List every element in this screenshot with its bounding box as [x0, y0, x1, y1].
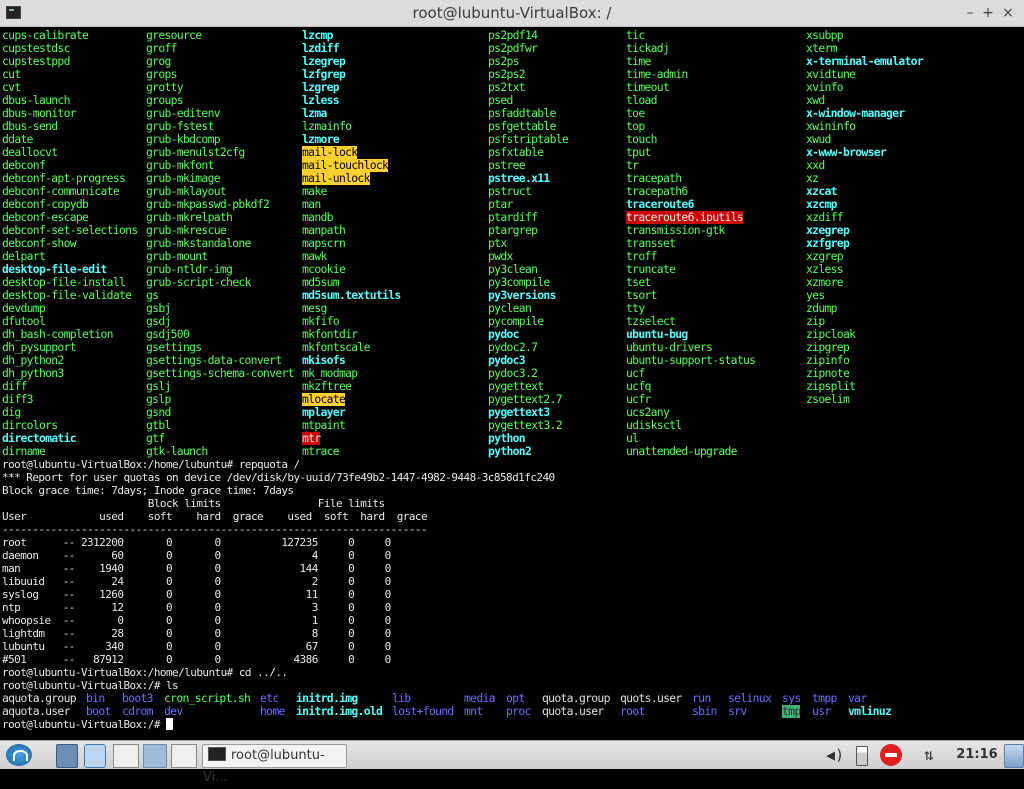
- minimize-button[interactable]: –: [960, 3, 980, 23]
- completion-item: python2: [488, 444, 532, 458]
- terminal-icon: [208, 747, 226, 761]
- output-line: man -- 1940 0 0 144 0 0: [2, 562, 391, 575]
- window-titlebar[interactable]: root@lubuntu-VirtualBox: / – + ×: [0, 0, 1024, 27]
- output-line: User used soft hard grace used soft hard…: [2, 510, 428, 523]
- ls-entry: srv: [728, 704, 747, 718]
- start-menu-icon[interactable]: [6, 744, 32, 766]
- prompt-line[interactable]: root@lubuntu-VirtualBox:/#: [2, 718, 173, 731]
- desktop-switcher-icon[interactable]: [113, 744, 139, 768]
- clock[interactable]: 21:16: [952, 744, 1002, 766]
- output-line: Block grace time: 7days; Inode grace tim…: [2, 484, 294, 497]
- ls-entry: usr: [812, 704, 831, 718]
- network-icon[interactable]: ⇅: [924, 744, 946, 766]
- output-line: lubuntu -- 340 0 0 67 0 0: [2, 640, 391, 653]
- output-line: #501 -- 87912 0 0 4386 0 0: [2, 653, 391, 666]
- completion-item: grub-script-check: [146, 275, 251, 289]
- ls-entry: lost+found: [392, 704, 454, 718]
- ls-entry: vmlinuz: [848, 704, 892, 718]
- prompt-text: root@lubuntu-VirtualBox:/#: [2, 718, 166, 731]
- output-line: *** Report for user quotas on device /de…: [2, 471, 555, 484]
- text-cursor: [165, 718, 173, 730]
- output-line: daemon -- 60 0 0 4 0 0: [2, 549, 391, 562]
- output-line: syslog -- 1260 0 0 11 0 0: [2, 588, 391, 601]
- output-line: libuuid -- 24 0 0 2 0 0: [2, 575, 391, 588]
- show-desktop-icon[interactable]: [1004, 744, 1024, 768]
- completion-item: ubuntu-support-status: [626, 353, 756, 367]
- output-line: root -- 2312200 0 0 127235 0 0: [2, 536, 391, 549]
- close-button[interactable]: ×: [998, 3, 1018, 23]
- browser-icon[interactable]: [84, 744, 106, 768]
- output-line: Block limits File limits: [2, 497, 385, 510]
- ls-entry: quota.user: [542, 704, 604, 718]
- ls-entry: initrd.img.old: [296, 704, 383, 718]
- output-line: root@lubuntu-VirtualBox:/home/lubuntu# r…: [2, 458, 300, 471]
- ls-entry: proc: [506, 704, 531, 718]
- ls-entry: boot: [86, 704, 111, 718]
- completion-item: mtrace: [302, 444, 340, 458]
- ls-entry: tmp: [782, 704, 801, 718]
- taskbar: root@lubuntu-Vi... ◀) ⇅ 21:16: [0, 740, 1024, 785]
- ls-entry: sbin: [692, 704, 717, 718]
- terminal-content[interactable]: cups-calibrate cupstestdsc cupstestppd cut c…: [0, 27, 1024, 739]
- output-line: root@lubuntu-VirtualBox:/home/lubuntu# c…: [2, 666, 288, 679]
- ls-entry: mnt: [464, 704, 483, 718]
- window-title: root@lubuntu-VirtualBox: /: [412, 4, 612, 22]
- output-line: lightdm -- 28 0 0 8 0 0: [2, 627, 391, 640]
- ls-entry: home: [260, 704, 285, 718]
- ls-entry: cdrom: [122, 704, 153, 718]
- output-line: ntp -- 12 0 0 3 0 0: [2, 601, 391, 614]
- file-manager-icon[interactable]: [56, 744, 78, 768]
- ls-entry: aquota.user: [2, 704, 70, 718]
- shutdown-icon[interactable]: [880, 744, 902, 766]
- ls-entry: dev: [164, 704, 183, 718]
- taskbar-terminal-button[interactable]: root@lubuntu-Vi...: [202, 744, 347, 785]
- output-line: whoopsie -- 0 0 0 1 0 0: [2, 614, 391, 627]
- completion-item: zsoelim: [806, 392, 850, 406]
- output-line: ----------------------------------------…: [2, 523, 428, 536]
- battery-icon[interactable]: [856, 746, 868, 766]
- workspace-2-icon[interactable]: [171, 744, 197, 768]
- completion-item: gtk-launch: [146, 444, 208, 458]
- workspace-icon[interactable]: [143, 744, 167, 768]
- completion-item: dirname: [2, 444, 46, 458]
- completion-item: unattended-upgrade: [626, 444, 738, 458]
- maximize-button[interactable]: +: [978, 3, 998, 23]
- volume-icon[interactable]: ◀): [826, 744, 844, 766]
- ls-entry: root: [620, 704, 645, 718]
